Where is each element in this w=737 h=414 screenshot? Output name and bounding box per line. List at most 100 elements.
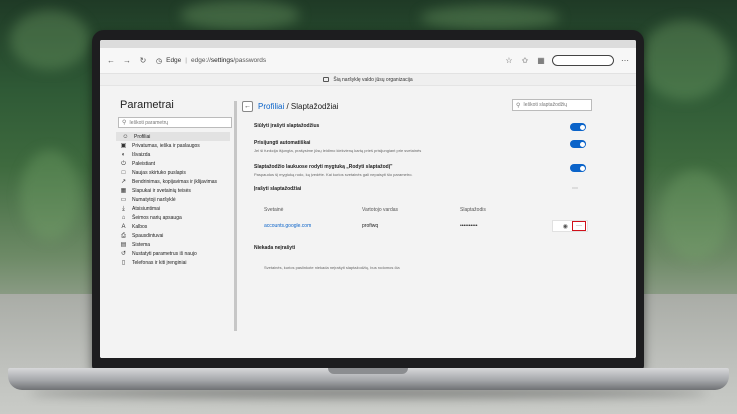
infobar-text: Šią naršyklę valdo jūsų organizacija (333, 76, 413, 83)
newtab-icon: □ (121, 169, 126, 176)
back-button[interactable]: ← (242, 100, 253, 112)
edge-label: Edge (166, 57, 182, 64)
auto-signin-toggle[interactable] (570, 140, 586, 148)
breadcrumb-current: / Slaptažodžiai (286, 101, 339, 111)
column-password: Slaptažodis (460, 207, 486, 213)
edge-logo-icon: ◷ (156, 57, 163, 65)
phone-icon: ▯ (121, 259, 126, 266)
saved-site[interactable]: accounts.google.com (264, 223, 311, 229)
setting-title: Siūlyti įrašyti slaptažodžius (254, 123, 320, 129)
sidebar-list: ☺ Profiliai ▣ Privatumas, ieška ir paslaugo… (114, 132, 232, 267)
back-arrow-icon[interactable]: ← (106, 56, 116, 66)
sidebar-item-label: Profiliai (134, 133, 151, 140)
forward-arrow-icon[interactable]: → (122, 56, 132, 66)
sidebar-item[interactable]: A Kalbos (114, 222, 232, 231)
column-site: Svetainė (264, 207, 284, 213)
passwords-panel: ← Profiliai / Slaptažodžiai ⚲ Ieškoti sl… (242, 99, 592, 353)
address-bar[interactable]: ◷ Edge | edge://settings/passwords (156, 57, 266, 65)
laptop-screen: ← → ↻ ◷ Edge | edge://settings/passwords… (100, 40, 636, 358)
sidebar-item[interactable]: ⤓ Atsisiuntimai (114, 204, 232, 213)
sidebar-item[interactable]: ◐ Išvaizda (114, 150, 232, 159)
sidebar-item[interactable]: ↗ Bendrinimas, kopijavimas ir įklijavimas (114, 177, 232, 186)
star-icon[interactable]: ☆ (504, 56, 514, 66)
page-title: Profiliai / Slaptažodžiai (258, 102, 339, 111)
system-icon: ▤ (120, 241, 127, 248)
sidebar-item[interactable]: ▣ Privatumas, ieška ir paslaugos (114, 141, 232, 150)
favorites-icon[interactable]: ✩ (520, 56, 530, 66)
collections-icon[interactable]: ▦ (536, 56, 546, 66)
search-icon: ⚲ (516, 102, 521, 109)
eye-icon[interactable]: ◉ (563, 223, 568, 230)
settings-page: Parametrai ⚲ Ieškoti parametrų ☺ Profilia… (100, 87, 636, 358)
url-text: edge://settings/passwords (191, 57, 267, 64)
sidebar-item[interactable]: ▯ Telefonas ir kiti įrenginiai (114, 258, 232, 267)
never-saved-description: Svetainės, kurios paslinkote niekada neį… (264, 265, 400, 270)
saved-more-icon[interactable]: ⋯ (572, 185, 578, 192)
setting-title: Slaptažodžio laukuose rodyti mygtuką „Ro… (254, 164, 393, 170)
sidebar-item[interactable]: ▤ Sistema (114, 240, 232, 249)
saved-passwords-header: Įrašyti slaptažodžiai ⋯ (254, 186, 586, 192)
search-icon: ⚲ (122, 120, 127, 126)
password-search-input[interactable]: ⚲ Ieškoti slaptažodžių (512, 99, 592, 111)
sidebar-item-label: Telefonas ir kiti įrenginiai (132, 259, 187, 266)
sidebar-item-label: Nustatyti parametrus iš naujo (132, 250, 197, 257)
sidebar-item[interactable]: ↺ Nustatyti parametrus iš naujo (114, 249, 232, 258)
offer-save-toggle[interactable] (570, 123, 586, 131)
sidebar-item-label: Spausdintuvai (132, 232, 164, 239)
power-icon: ⏻ (121, 160, 126, 167)
sidebar-item-label: Atsisiuntimai (132, 205, 161, 212)
reveal-button-toggle[interactable] (570, 164, 586, 172)
sidebar-item[interactable]: ▭ Numatytoji naršyklė (114, 195, 232, 204)
setting-reveal-button: Slaptažodžio laukuose rodyti mygtuką „Ro… (254, 164, 586, 177)
setting-title: Prisijungti automatiškai (254, 140, 311, 146)
sidebar-item[interactable]: □ Naujas skirtuko puslapis (114, 168, 232, 177)
row-actions: ◉ ··· (552, 220, 588, 232)
reset-icon: ↺ (120, 250, 127, 257)
column-user: Vartotojo vardas (362, 207, 399, 213)
more-menu-icon[interactable]: ⋯ (620, 56, 630, 66)
breadcrumb-profiles-link[interactable]: Profiliai (258, 102, 284, 111)
download-icon: ⤓ (122, 205, 125, 212)
profile-button[interactable] (552, 55, 614, 66)
sidebar-item-label: Numatytoji naršyklė (132, 196, 176, 203)
never-saved-section: Niekada neįrašyti (254, 245, 586, 251)
never-saved-title: Niekada neįrašyti (254, 245, 296, 251)
settings-search-input[interactable]: ⚲ Ieškoti parametrų (118, 117, 232, 128)
sidebar-item[interactable]: ▦ Slapukai ir svetainių teisės (114, 186, 232, 195)
family-icon: ⌂ (121, 214, 126, 221)
laptop-base (8, 368, 729, 390)
saved-columns-header: Svetainė Vartotojo vardas Slaptažodis (264, 207, 564, 215)
sidebar-item-label: Paleistiant (132, 160, 156, 167)
sidebar-item[interactable]: ⎙ Spausdintuvai (114, 231, 232, 240)
saved-password: •••••••••• (460, 223, 478, 229)
setting-description: Paspaudus šį mygtuką rodo, ką įvedėte. K… (254, 172, 413, 177)
saved-username: profiwq (362, 223, 379, 229)
sidebar-item-label: Naujas skirtuko puslapis (132, 169, 186, 176)
more-actions-button[interactable]: ··· (572, 221, 586, 231)
managed-infobar: Šią naršyklę valdo jūsų organizacija (100, 74, 636, 86)
sidebar-item-label: Šeimos narių apsauga (132, 214, 182, 221)
address-separator: | (185, 57, 187, 64)
refresh-icon[interactable]: ↻ (138, 56, 148, 66)
saved-passwords-title: Įrašyti slaptažodžiai (254, 186, 302, 192)
sidebar-scrollbar[interactable] (234, 101, 237, 331)
table-row[interactable]: accounts.google.com profiwq •••••••••• (264, 223, 564, 231)
settings-sidebar: Parametrai ⚲ Ieškoti parametrų ☺ Profilia… (114, 95, 232, 333)
setting-description: Jei ši funkcija išjungta, prašysime jūsų… (254, 148, 422, 153)
browser-icon: ▭ (120, 196, 127, 203)
person-icon: ☺ (122, 133, 129, 140)
share-icon: ↗ (120, 178, 127, 185)
sidebar-item[interactable]: ⌂ Šeimos narių apsauga (114, 213, 232, 222)
sidebar-item[interactable]: ⏻ Paleistiant (114, 159, 232, 168)
setting-auto-signin: Prisijungti automatiškai Jei ši funkcija… (254, 140, 586, 153)
browser-toolbar: ← → ↻ ◷ Edge | edge://settings/passwords… (100, 48, 636, 74)
sidebar-item-label: Slapukai ir svetainių teisės (132, 187, 191, 194)
cookie-icon: ▦ (120, 187, 127, 194)
sidebar-item[interactable]: ☺ Profiliai (116, 132, 230, 141)
briefcase-icon (323, 77, 330, 82)
sidebar-item-label: Privatumas, ieška ir paslaugos (132, 142, 200, 149)
language-icon: A (121, 223, 126, 230)
sidebar-item-label: Išvaizda (132, 151, 151, 158)
never-saved-note: Svetainės, kurios paslinkote niekada neį… (264, 263, 596, 270)
settings-search-placeholder: Ieškoti parametrų (129, 119, 169, 126)
